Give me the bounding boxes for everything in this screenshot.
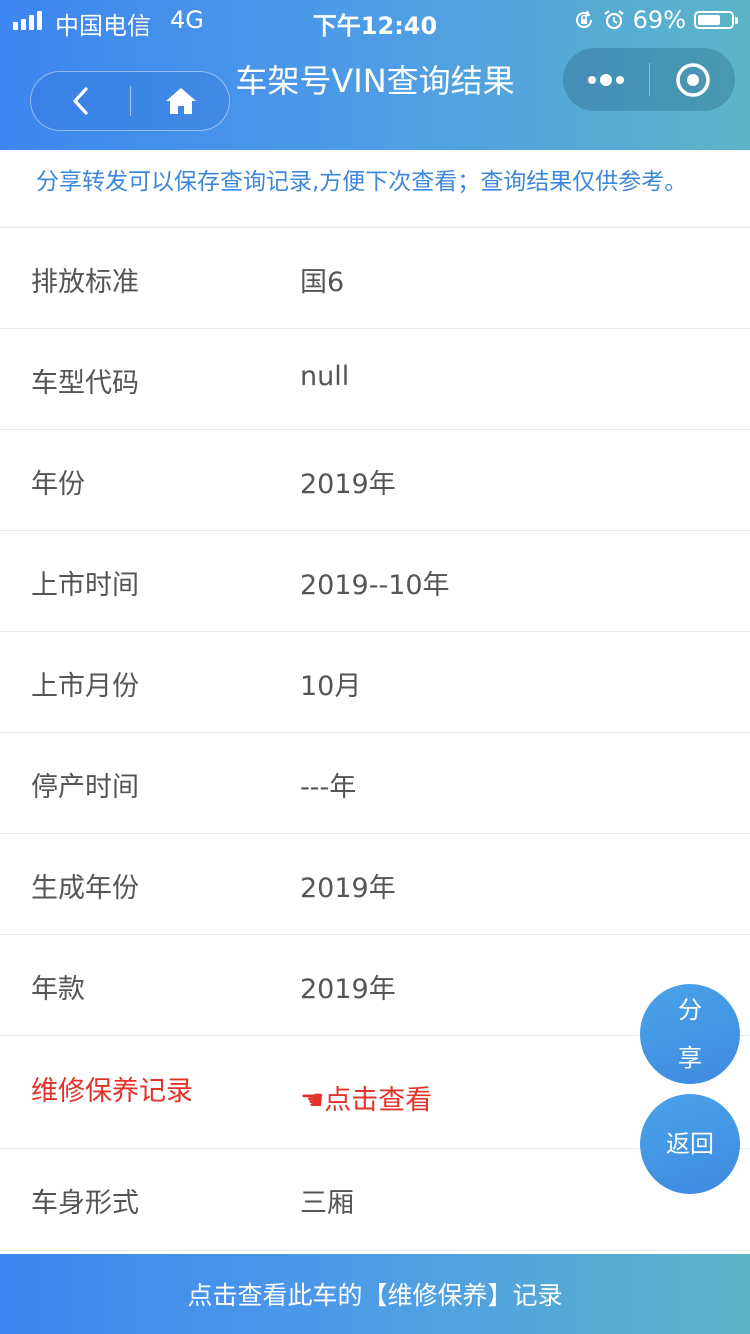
result-table: 排放标准 国6 车型代码 null 年份 2019年 上市时间 2019--10… bbox=[0, 228, 750, 1251]
row-value: 2019年 bbox=[300, 469, 396, 500]
notice-text: 分享转发可以保存查询记录,方便下次查看；查询结果仅供参考。 bbox=[36, 169, 688, 195]
row-label: 年款 bbox=[31, 974, 85, 1005]
table-row: 年款 2019年 bbox=[0, 935, 750, 1036]
table-row: 停产时间 ---年 bbox=[0, 733, 750, 834]
view-maintenance-link[interactable]: ☚点击查看 bbox=[300, 1078, 432, 1117]
notice-bar: 分享转发可以保存查询记录,方便下次查看；查询结果仅供参考。 bbox=[0, 150, 750, 228]
status-bar: 中国电信 4G 下午12:40 69% bbox=[0, 0, 750, 42]
header: 中国电信 4G 下午12:40 69% 车架号VIN查询结果 bbox=[0, 0, 750, 150]
row-label: 停产时间 bbox=[31, 772, 139, 803]
rotation-lock-icon bbox=[575, 10, 592, 29]
row-value: 2019年 bbox=[300, 873, 396, 904]
more-dots-icon bbox=[588, 73, 624, 86]
miniprogram-capsule bbox=[563, 48, 735, 111]
row-value: 国6 bbox=[300, 267, 345, 298]
row-value: 三厢 bbox=[300, 1188, 354, 1219]
row-value: null bbox=[300, 361, 350, 392]
view-maintenance-button[interactable]: 点击查看此车的【维修保养】记录 bbox=[0, 1254, 750, 1334]
table-row: 车型代码 null bbox=[0, 329, 750, 430]
bottom-button-label: 点击查看此车的【维修保养】记录 bbox=[187, 1281, 563, 1310]
row-label: 生成年份 bbox=[31, 873, 139, 904]
row-label: 排放标准 bbox=[31, 267, 139, 298]
row-value: 2019--10年 bbox=[300, 570, 450, 601]
table-row: 生成年份 2019年 bbox=[0, 834, 750, 935]
table-row: 车身形式 三厢 bbox=[0, 1149, 750, 1251]
table-row: 上市月份 10月 bbox=[0, 632, 750, 733]
battery-icon bbox=[694, 11, 738, 29]
target-circle-icon bbox=[675, 62, 710, 97]
table-row: 排放标准 国6 bbox=[0, 228, 750, 329]
table-row: 上市时间 2019--10年 bbox=[0, 531, 750, 632]
more-button[interactable] bbox=[563, 48, 649, 111]
return-button[interactable]: 返回 bbox=[640, 1094, 740, 1194]
battery-fill bbox=[698, 15, 721, 25]
maintenance-record-row[interactable]: 维修保养记录 ☚点击查看 bbox=[0, 1036, 750, 1149]
status-right: 69% bbox=[573, 6, 738, 34]
alarm-icon bbox=[603, 10, 624, 30]
row-label: 上市月份 bbox=[31, 671, 139, 702]
row-value: 10月 bbox=[300, 671, 362, 702]
row-value: ---年 bbox=[300, 772, 357, 803]
row-label: 维修保养记录 bbox=[31, 1076, 193, 1107]
table-row: 年份 2019年 bbox=[0, 430, 750, 531]
row-label: 年份 bbox=[31, 469, 85, 500]
battery-percent: 69% bbox=[632, 6, 686, 34]
row-label: 上市时间 bbox=[31, 570, 139, 601]
row-label: 车型代码 bbox=[31, 368, 139, 399]
return-button-label: 返回 bbox=[666, 1130, 714, 1158]
share-button[interactable]: 分享 bbox=[640, 984, 740, 1084]
row-value: 2019年 bbox=[300, 974, 396, 1005]
close-button[interactable] bbox=[650, 48, 735, 111]
row-label: 车身形式 bbox=[31, 1188, 139, 1219]
share-button-label: 分享 bbox=[678, 996, 702, 1072]
